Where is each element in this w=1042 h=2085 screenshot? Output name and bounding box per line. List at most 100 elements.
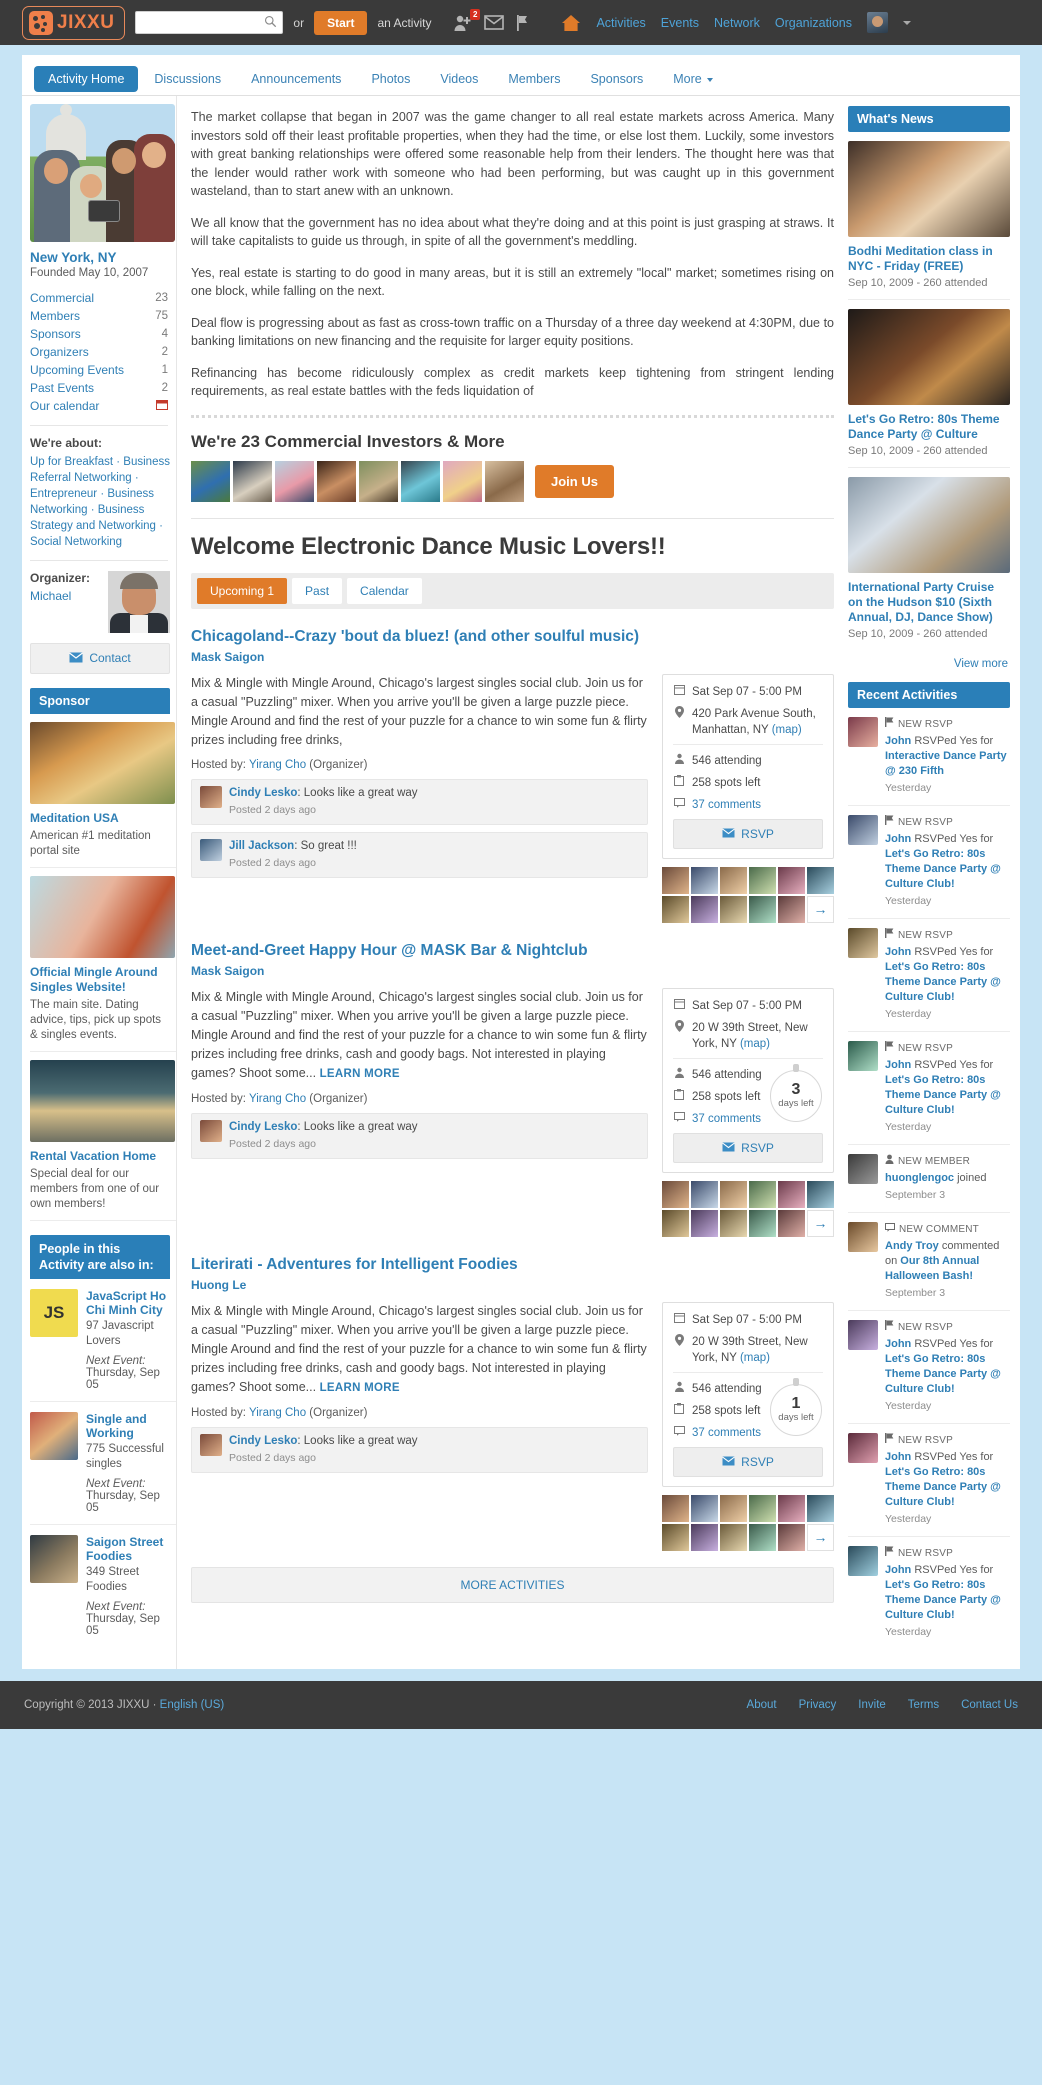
attendee-avatar[interactable] (662, 866, 689, 894)
event-comments-count[interactable]: 37 comments (692, 797, 761, 813)
rsvp-button[interactable]: RSVP (673, 818, 823, 849)
comment-item[interactable]: Cindy Lesko: Looks like a great way Post… (191, 1426, 648, 1473)
attendee-avatar[interactable] (807, 1494, 834, 1522)
activity-user[interactable]: John (885, 833, 911, 845)
attendee-avatar[interactable] (720, 895, 747, 923)
sponsor-title[interactable]: Rental Vacation Home (30, 1149, 170, 1164)
tab-past[interactable]: Past (292, 577, 343, 604)
attendee-avatar[interactable] (778, 1494, 805, 1522)
news-card[interactable]: Bodhi Meditation class in NYC - Friday (… (848, 132, 1010, 300)
attendee-avatar[interactable] (720, 866, 747, 894)
list-item[interactable]: NEW RSVP John RSVPed Yes for Let's Go Re… (848, 806, 1010, 919)
messages-icon[interactable] (484, 14, 505, 32)
news-title[interactable]: Let's Go Retro: 80s Theme Dance Party @ … (848, 412, 1010, 442)
organizer-avatar[interactable] (108, 571, 170, 633)
comment-item[interactable]: Jill Jackson: So great !!! Posted 2 days… (191, 831, 648, 878)
contact-organizer-button[interactable]: Contact (30, 643, 170, 674)
sidebar-link-label[interactable]: Members (30, 309, 80, 323)
rsvp-button[interactable]: RSVP (673, 1446, 823, 1477)
sidebar-link-label[interactable]: Sponsors (30, 327, 81, 341)
group-name[interactable]: Single and Working (86, 1412, 170, 1440)
tab-announcements[interactable]: Announcements (237, 66, 355, 92)
attendee-avatar[interactable] (720, 1180, 747, 1208)
activity-target[interactable]: Let's Go Retro: 80s Theme Dance Party @ … (885, 961, 1001, 1003)
attendee-avatar[interactable] (778, 1180, 805, 1208)
activity-user[interactable]: Andy Troy (885, 1240, 939, 1252)
sponsor-card[interactable]: Meditation USA American #1 meditation po… (30, 714, 176, 868)
more-activities-button[interactable]: MORE ACTIVITIES (191, 1566, 834, 1603)
nav-link-organizations[interactable]: Organizations (775, 16, 852, 30)
sidebar-link-label[interactable]: Organizers (30, 345, 89, 359)
attendee-avatar[interactable] (749, 895, 776, 923)
attendee-avatar[interactable] (749, 1494, 776, 1522)
news-title[interactable]: Bodhi Meditation class in NYC - Friday (… (848, 244, 1010, 274)
logo[interactable]: JIXXU (22, 5, 126, 40)
list-item[interactable]: NEW RSVP John RSVPed Yes for Let's Go Re… (848, 1537, 1010, 1649)
attendee-avatar[interactable] (691, 1180, 718, 1208)
attendee-more-arrow-icon[interactable]: → (807, 895, 834, 923)
list-item[interactable]: NEW RSVP John RSVPed Yes for Let's Go Re… (848, 919, 1010, 1032)
footer-link-privacy[interactable]: Privacy (799, 1699, 837, 1711)
attendee-avatar[interactable] (691, 1209, 718, 1237)
view-more-news[interactable]: View more (848, 650, 1010, 682)
footer-link-invite[interactable]: Invite (858, 1699, 886, 1711)
list-item[interactable]: NEW RSVP John RSVPed Yes for Interactive… (848, 708, 1010, 806)
comment-item[interactable]: Cindy Lesko: Looks like a great way Post… (191, 1112, 648, 1159)
list-item[interactable]: NEW RSVP John RSVPed Yes for Let's Go Re… (848, 1032, 1010, 1145)
tab-discussions[interactable]: Discussions (140, 66, 235, 92)
event-host-group[interactable]: Mask Saigon (191, 650, 264, 664)
event-host-group[interactable]: Huong Le (191, 1278, 246, 1292)
group-name[interactable]: JavaScript Ho Chi Minh City (86, 1289, 170, 1317)
list-item[interactable]: Single and Working 775 Successful single… (30, 1402, 176, 1525)
hosted-by-name[interactable]: Yirang Cho (249, 1093, 306, 1105)
friend-requests-icon[interactable]: 2 (453, 8, 481, 32)
news-card[interactable]: International Party Cruise on the Hudson… (848, 468, 1010, 650)
list-item[interactable]: NEW RSVP John RSVPed Yes for Let's Go Re… (848, 1311, 1010, 1424)
sponsor-card[interactable]: Rental Vacation Home Special deal for ou… (30, 1052, 176, 1221)
activity-target[interactable]: Let's Go Retro: 80s Theme Dance Party @ … (885, 1353, 1001, 1395)
attendee-avatar[interactable] (749, 866, 776, 894)
member-avatar[interactable] (443, 460, 482, 502)
event-title[interactable]: Chicagoland--Crazy 'bout da bluez! (and … (191, 628, 639, 645)
comment-item[interactable]: Cindy Lesko: Looks like a great way Post… (191, 778, 648, 825)
tab-more[interactable]: More (659, 66, 726, 92)
hosted-by-name[interactable]: Yirang Cho (249, 759, 306, 771)
attendee-avatar[interactable] (778, 1209, 805, 1237)
member-avatar[interactable] (191, 460, 230, 502)
join-us-button[interactable]: Join Us (535, 464, 614, 498)
activity-target[interactable]: Let's Go Retro: 80s Theme Dance Party @ … (885, 848, 1001, 890)
attendee-avatar[interactable] (691, 1523, 718, 1551)
activity-target[interactable]: Let's Go Retro: 80s Theme Dance Party @ … (885, 1579, 1001, 1621)
event-map-link[interactable]: (map) (740, 1038, 770, 1050)
activity-user[interactable]: John (885, 1059, 911, 1071)
comment-author[interactable]: Cindy Lesko (229, 1121, 297, 1133)
activity-user[interactable]: John (885, 735, 911, 747)
search-input[interactable] (135, 11, 284, 34)
language-link[interactable]: English (US) (160, 1699, 225, 1711)
tab-calendar[interactable]: Calendar (347, 577, 422, 604)
attendee-avatar[interactable] (691, 1494, 718, 1522)
comment-author[interactable]: Cindy Lesko (229, 1435, 297, 1447)
attendee-avatar[interactable] (778, 895, 805, 923)
event-host-group[interactable]: Mask Saigon (191, 964, 264, 978)
user-avatar[interactable] (866, 12, 888, 33)
learn-more-link[interactable]: LEARN MORE (320, 1382, 400, 1394)
calendar-icon[interactable] (156, 399, 168, 413)
attendee-avatar[interactable] (749, 1523, 776, 1551)
event-comments-count[interactable]: 37 comments (692, 1425, 761, 1441)
chevron-down-icon[interactable] (902, 20, 911, 25)
footer-link-about[interactable]: About (747, 1699, 777, 1711)
sponsor-title[interactable]: Official Mingle Around Singles Website! (30, 965, 170, 995)
activity-user[interactable]: John (885, 1451, 911, 1463)
sponsor-title[interactable]: Meditation USA (30, 811, 170, 826)
sidebar-link-label[interactable]: Past Events (30, 381, 94, 395)
attendee-avatar[interactable] (691, 895, 718, 923)
list-item[interactable]: NEW COMMENT Andy Troy commented on Our 8… (848, 1213, 1010, 1311)
activity-target[interactable]: Interactive Dance Party @ 230 Fifth (885, 750, 1007, 777)
sidebar-item-members[interactable]: Members 75 (30, 307, 176, 325)
news-card[interactable]: Let's Go Retro: 80s Theme Dance Party @ … (848, 300, 1010, 468)
member-avatar[interactable] (317, 460, 356, 502)
activity-target[interactable]: Let's Go Retro: 80s Theme Dance Party @ … (885, 1466, 1001, 1508)
tab-activity-home[interactable]: Activity Home (34, 66, 139, 92)
attendee-avatar[interactable] (662, 1494, 689, 1522)
